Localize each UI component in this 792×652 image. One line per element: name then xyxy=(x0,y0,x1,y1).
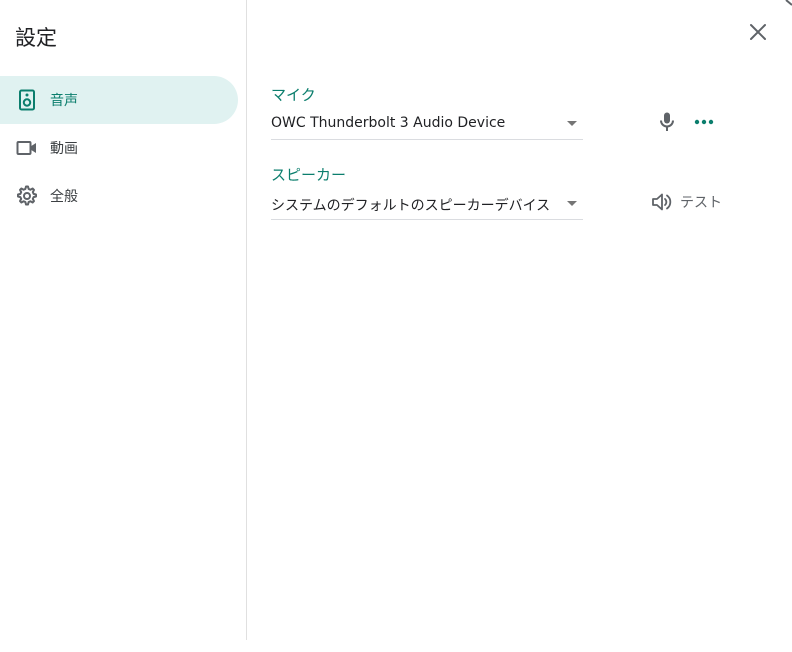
more-horizontal-icon xyxy=(694,119,714,125)
settings-nav: 音声 動画 全般 xyxy=(0,76,238,220)
close-button[interactable] xyxy=(746,20,770,44)
video-camera-icon xyxy=(15,136,39,160)
sidebar-item-general[interactable]: 全般 xyxy=(0,172,238,220)
close-icon xyxy=(750,24,766,40)
chevron-down-icon xyxy=(567,121,577,126)
corner-edge-mark xyxy=(785,0,792,6)
speaker-label: スピーカー xyxy=(271,166,347,184)
sidebar-item-label: 音声 xyxy=(50,93,78,109)
speaker-test-button[interactable]: テスト xyxy=(650,190,722,214)
microphone-button[interactable] xyxy=(655,110,679,134)
sidebar-item-label: 全般 xyxy=(50,189,78,205)
microphone-icon xyxy=(660,112,674,131)
sidebar-item-audio[interactable]: 音声 xyxy=(0,76,238,124)
speaker-select-value: システムのデフォルトのスピーカーデバイス xyxy=(271,198,551,214)
chevron-down-icon xyxy=(567,201,577,206)
settings-dialog: 設定 音声 動画 全般 マイク OWC Thunderbolt 3 Audio … xyxy=(0,0,792,640)
speaker-icon xyxy=(15,88,39,112)
volume-icon xyxy=(650,191,672,213)
microphone-select[interactable]: OWC Thunderbolt 3 Audio Device xyxy=(271,110,583,140)
speaker-select[interactable]: システムのデフォルトのスピーカーデバイス xyxy=(271,190,583,220)
sidebar-item-video[interactable]: 動画 xyxy=(0,124,238,172)
more-options-button[interactable] xyxy=(692,110,716,134)
settings-sidebar: 設定 音声 動画 全般 xyxy=(0,0,247,640)
sidebar-item-label: 動画 xyxy=(50,141,78,157)
microphone-label: マイク xyxy=(271,86,316,104)
speaker-test-label: テスト xyxy=(680,195,722,211)
dialog-title: 設定 xyxy=(15,26,57,50)
microphone-select-value: OWC Thunderbolt 3 Audio Device xyxy=(271,115,506,131)
gear-icon xyxy=(15,184,39,208)
